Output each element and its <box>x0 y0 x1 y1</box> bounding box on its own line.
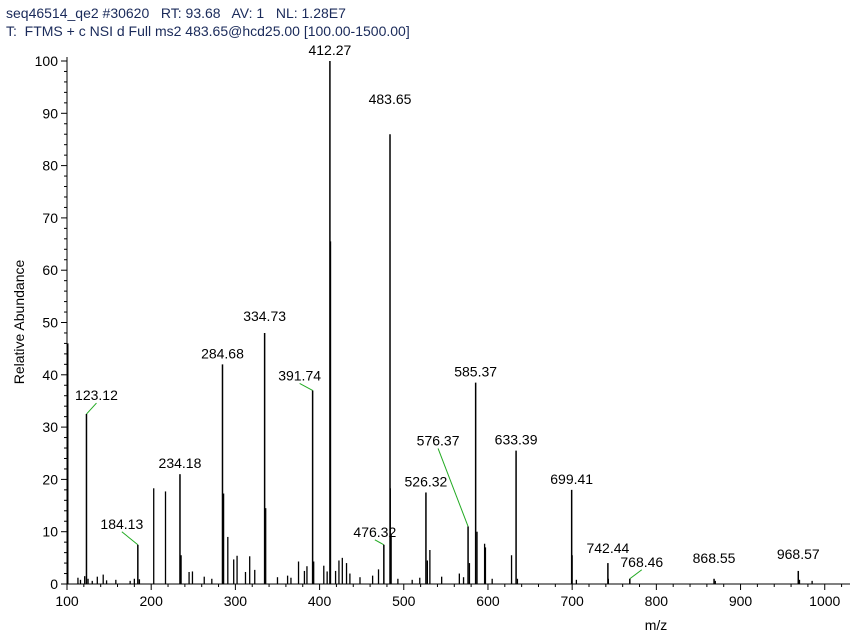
peak-label: 699.41 <box>550 471 593 487</box>
mass-spectrum-chart: 0 10 20 30 40 50 60 70 80 90 100 100 200 300 400 500 600… <box>11 42 850 633</box>
y-axis-title: Relative Abundance <box>11 260 27 385</box>
x-tick-label: 200 <box>140 593 164 609</box>
peak-label-leader <box>86 402 97 415</box>
peak-label: 284.68 <box>201 345 244 361</box>
y-tick-label: 90 <box>42 105 58 121</box>
peak-label: 234.18 <box>159 455 202 471</box>
y-tick-label: 50 <box>42 315 58 331</box>
x-tick-label: 900 <box>729 593 753 609</box>
y-tick-label: 20 <box>42 471 58 487</box>
peak-label: 184.13 <box>100 516 143 532</box>
y-tick-label: 30 <box>42 419 58 435</box>
peak-label-leader <box>629 569 643 580</box>
x-tick-label: 600 <box>476 593 500 609</box>
peak-label: 868.55 <box>693 550 736 566</box>
x-axis-title: m/z <box>645 617 668 633</box>
peak-label: 633.39 <box>495 432 538 448</box>
x-tick-label: 500 <box>392 593 416 609</box>
x-tick-label: 700 <box>560 593 584 609</box>
y-tick-label: 0 <box>50 576 58 592</box>
peak-label-leader <box>121 531 139 546</box>
x-tick-label: 100 <box>55 593 79 609</box>
axes: 0 10 20 30 40 50 60 70 80 90 100 100 200 300 400 500 600… <box>35 53 850 609</box>
peak-label: 768.46 <box>620 554 663 570</box>
y-tick-label: 60 <box>42 262 58 278</box>
peak-series <box>67 61 813 584</box>
y-tick-label: 80 <box>42 158 58 174</box>
peak-label: 412.27 <box>308 42 351 58</box>
y-tick-label: 10 <box>42 524 58 540</box>
peak-label: 576.37 <box>417 432 460 448</box>
peak-label-leader <box>299 383 313 391</box>
peak-label: 391.74 <box>278 367 321 383</box>
y-tick-label: 40 <box>42 367 58 383</box>
x-tick-label: 300 <box>224 593 248 609</box>
x-tick-label: 400 <box>308 593 332 609</box>
peak-label: 483.65 <box>369 91 412 107</box>
y-tick-label: 100 <box>35 53 59 69</box>
peak-label: 476.32 <box>353 524 396 540</box>
x-tick-label: 800 <box>645 593 669 609</box>
x-tick-label: 1000 <box>809 593 840 609</box>
peak-label-leader <box>374 539 385 546</box>
y-tick-label: 70 <box>42 210 58 226</box>
peak-label: 526.32 <box>405 473 448 489</box>
peak-labels: 123.12 184.13 234.18 284.68 334.73 391.74 412.… <box>75 42 820 570</box>
peak-label: 123.12 <box>75 387 118 403</box>
peak-label: 334.73 <box>243 308 286 324</box>
peak-label: 585.37 <box>454 364 497 380</box>
peak-label: 968.57 <box>777 546 820 562</box>
